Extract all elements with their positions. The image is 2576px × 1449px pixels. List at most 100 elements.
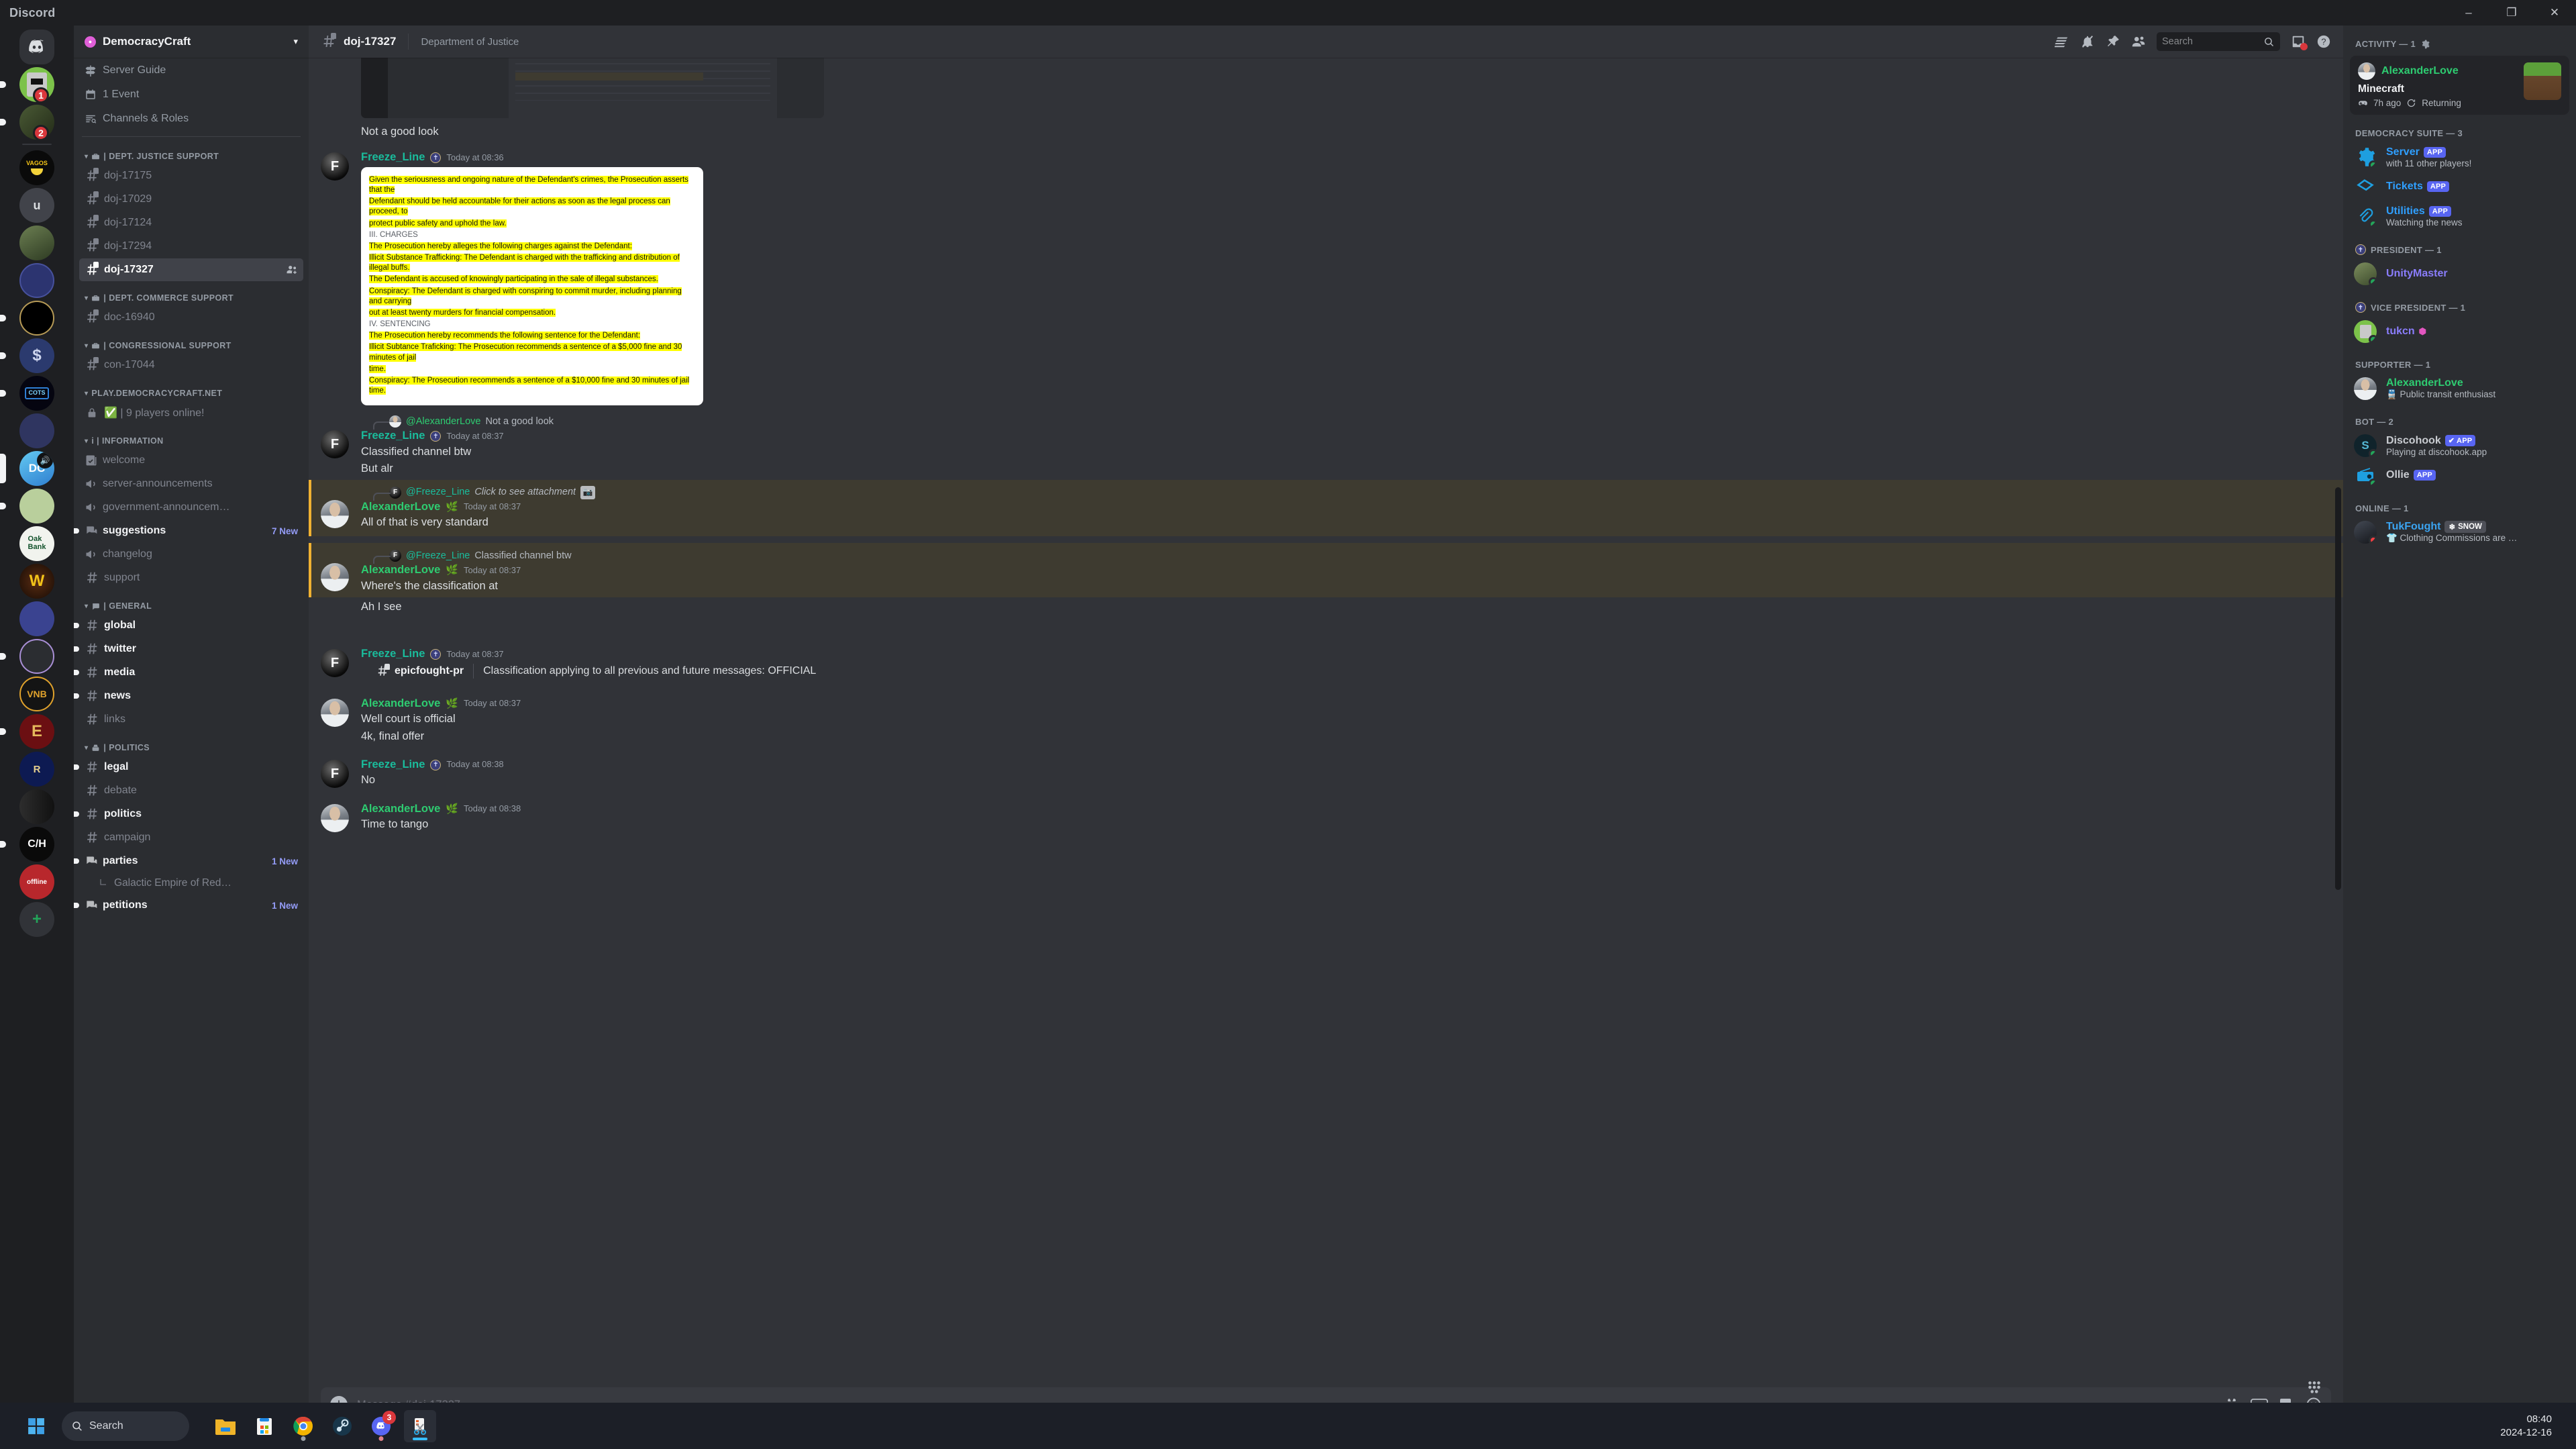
server-icon-offline-red[interactable]: offline (0, 864, 74, 899)
message-list[interactable]: Not a good look F Freeze_Line ✝ Today at… (309, 58, 2343, 1387)
server-icon-purple-cube[interactable] (0, 639, 74, 674)
crosspost-channel[interactable]: epicfought-pr (376, 663, 464, 678)
avatar[interactable]: F (321, 649, 349, 678)
chrome-icon[interactable] (287, 1410, 319, 1442)
attached-screenshot[interactable] (361, 58, 824, 118)
member-row-tukcn[interactable]: tukcn ⬢ (2349, 317, 2571, 346)
server-icon-e[interactable]: E (0, 714, 74, 749)
minimize-button[interactable]: – (2447, 0, 2490, 26)
server-icon-dragon[interactable] (0, 789, 74, 824)
taskbar-clock[interactable]: 08:40 2024-12-16 (2500, 1413, 2568, 1439)
sidebar-channel-players-online[interactable]: ✅ | 9 players online! (79, 401, 303, 424)
sidebar-channel-doj-17124[interactable]: doj-17124 (79, 211, 303, 234)
category-information[interactable]: ▾ i | INFORMATION (74, 424, 309, 448)
server-icon-u[interactable]: u (0, 188, 74, 223)
avatar[interactable] (321, 499, 349, 528)
member-list-icon[interactable] (2127, 30, 2150, 53)
category-doj-support[interactable]: ▾ | DEPT. JUSTICE SUPPORT (74, 140, 309, 164)
member-row-tickets[interactable]: Tickets APP (2349, 172, 2571, 201)
steam-icon[interactable] (326, 1410, 358, 1442)
maximize-button[interactable]: ❐ (2490, 0, 2533, 26)
message-author[interactable]: Freeze_Line (361, 429, 425, 443)
add-members-icon[interactable] (286, 264, 298, 276)
activity-card[interactable]: AlexanderLove Minecraft 7h ago Returning (2350, 56, 2569, 115)
attached-document-image[interactable]: Given the seriousness and ongoing nature… (361, 166, 703, 406)
server-icon-minecraft-1[interactable]: 1 (0, 67, 74, 102)
server-header[interactable]: ● DemocracyCraft ▾ (74, 26, 309, 58)
start-button[interactable] (21, 1411, 51, 1441)
message-author[interactable]: AlexanderLove (361, 500, 440, 514)
category-general[interactable]: ▾ | GENERAL (74, 589, 309, 613)
nav-events[interactable]: 1 Event (79, 83, 303, 106)
member-row-alexanderlove[interactable]: AlexanderLove 🚆 Public transit enthusias… (2349, 374, 2571, 403)
add-server-button[interactable]: + (0, 902, 74, 937)
discord-icon[interactable]: 3 (365, 1410, 397, 1442)
close-button[interactable]: ✕ (2533, 0, 2576, 26)
member-row-ollie[interactable]: Ollie APP (2349, 460, 2571, 490)
reply-author[interactable]: @Freeze_Line (406, 550, 470, 562)
home-button[interactable] (0, 30, 74, 64)
message-scrollbar[interactable] (2335, 487, 2341, 890)
server-icon-cots[interactable]: COTS (0, 376, 74, 411)
nav-channels-roles[interactable]: Channels & Roles (79, 107, 303, 130)
server-icon-oak-bank[interactable]: Oak Bank (0, 526, 74, 561)
sidebar-channel-government-announcements[interactable]: government-announcem… (79, 496, 303, 519)
pinned-messages-icon[interactable] (2102, 30, 2124, 53)
reply-author[interactable]: @Freeze_Line (406, 487, 470, 498)
notification-bell-off-icon[interactable] (2076, 30, 2099, 53)
sidebar-channel-doj-17175[interactable]: doj-17175 (79, 164, 303, 187)
member-row-unitymaster[interactable]: UnityMaster (2349, 259, 2571, 289)
server-icon-supreme[interactable] (0, 301, 74, 336)
sidebar-channel-debate[interactable]: debate (79, 779, 303, 802)
sidebar-channel-petitions[interactable]: petitions 1 New (74, 894, 303, 917)
file-explorer-icon[interactable] (209, 1410, 242, 1442)
reply-reference[interactable]: F @Freeze_Line Click to see attachment 📷 (360, 485, 2303, 501)
avatar[interactable]: F (321, 430, 349, 459)
message-author[interactable]: AlexanderLove (361, 802, 440, 816)
sidebar-channel-legal[interactable]: legal (74, 756, 303, 779)
member-row-discohook[interactable]: S Discohook ✔ APP Playing at discohook.a… (2349, 431, 2571, 460)
server-icon-vagos[interactable]: VAGOS (0, 150, 74, 185)
gear-icon[interactable] (2420, 40, 2430, 49)
sidebar-channel-links[interactable]: links (79, 708, 303, 731)
category-play-democracycraft[interactable]: ▾ PLAY.DEMOCRACYCRAFT.NET (74, 377, 309, 401)
sidebar-channel-server-announcements[interactable]: server-announcements (79, 472, 303, 495)
message-author[interactable]: AlexanderLove (361, 563, 440, 577)
help-icon[interactable]: ? (2312, 30, 2335, 53)
sidebar-channel-doj-17327[interactable]: doj-17327 (79, 258, 303, 281)
chevron-down-icon[interactable]: ▾ (293, 36, 298, 47)
server-icon-w[interactable]: W (0, 564, 74, 599)
threads-icon[interactable] (2051, 30, 2073, 53)
sidebar-thread-galactic-empire[interactable]: Galactic Empire of Red… (79, 873, 303, 893)
sidebar-channel-parties[interactable]: parties 1 New (74, 850, 303, 872)
sidebar-channel-suggestions[interactable]: suggestions 7 New (74, 519, 303, 542)
server-icon-ch[interactable]: C/H (0, 827, 74, 862)
member-row-utilities[interactable]: Utilities APP Watching the news (2349, 201, 2571, 231)
category-congressional-support[interactable]: ▾ | CONGRESSIONAL SUPPORT (74, 329, 309, 353)
server-icon-vnb[interactable]: VNB (0, 677, 74, 711)
message-author[interactable]: Freeze_Line (361, 150, 425, 164)
category-commerce-support[interactable]: ▾ | DEPT. COMMERCE SUPPORT (74, 281, 309, 305)
server-icon-ndya[interactable] (0, 601, 74, 636)
avatar[interactable]: F (321, 152, 349, 181)
avatar[interactable] (321, 803, 349, 832)
server-icon-oakridge[interactable] (0, 489, 74, 523)
search-input[interactable]: Search (2157, 32, 2280, 51)
sidebar-channel-news[interactable]: news (74, 685, 303, 707)
member-row-server[interactable]: Server APP with 11 other players! (2349, 142, 2571, 172)
crosspost-message[interactable]: epicfought-pr Classification applying to… (361, 662, 2303, 680)
sidebar-channel-media[interactable]: media (74, 661, 303, 684)
sidebar-channel-global[interactable]: global (74, 614, 303, 637)
member-row-tukfought[interactable]: TukFought ❄ SNOW 👕 Clothing Commissions … (2349, 517, 2571, 547)
server-icon-royal-law-firm[interactable]: R (0, 752, 74, 787)
sidebar-channel-doj-17294[interactable]: doj-17294 (79, 235, 303, 258)
apps-icon[interactable] (2306, 1379, 2323, 1399)
taskbar-search-input[interactable]: Search (62, 1411, 189, 1441)
activity-user[interactable]: AlexanderLove (2358, 62, 2517, 80)
avatar[interactable] (321, 698, 349, 727)
category-politics[interactable]: ▾ | POLITICS (74, 731, 309, 755)
snipping-tool-icon[interactable] (404, 1409, 436, 1442)
message-author[interactable]: Freeze_Line (361, 758, 425, 772)
sidebar-channel-politics[interactable]: politics (74, 803, 303, 826)
server-icon-justice-dept[interactable] (0, 413, 74, 448)
